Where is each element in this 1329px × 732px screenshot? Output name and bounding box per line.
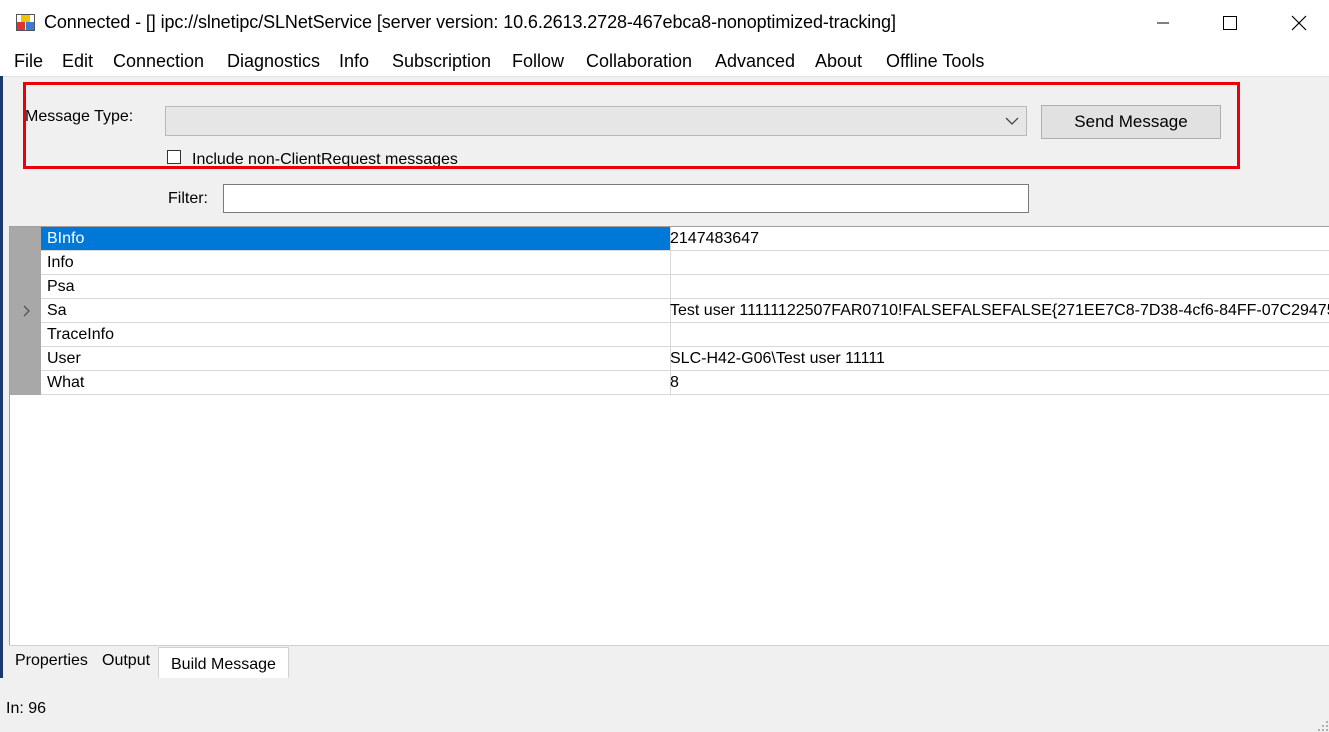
filter-input[interactable] — [223, 184, 1029, 213]
row-name[interactable]: What — [41, 371, 671, 395]
row-name[interactable]: TraceInfo — [41, 323, 671, 347]
grid-row-user[interactable]: User SLC-H42-G06\Test user 11111 — [41, 347, 1329, 371]
menu-info[interactable]: Info — [339, 51, 369, 72]
current-row-chevron-icon — [22, 304, 31, 318]
grid-row-sa[interactable]: Sa Test user 11111122507FAR0710!FALSEFAL… — [41, 299, 1329, 323]
row-name[interactable]: Sa — [41, 299, 671, 323]
menu-collaboration[interactable]: Collaboration — [586, 51, 692, 72]
menu-file[interactable]: File — [14, 51, 43, 72]
window-title: Connected - [] ipc://slnetipc/SLNetServi… — [44, 12, 896, 33]
tab-output[interactable]: Output — [102, 652, 150, 670]
row-value[interactable]: Test user 11111122507FAR0710!FALSEFALSEF… — [664, 299, 1329, 323]
tab-properties[interactable]: Properties — [15, 652, 88, 670]
row-name[interactable]: Info — [41, 251, 671, 275]
tab-build-message[interactable]: Build Message — [158, 647, 289, 680]
status-bar: In: 96 — [0, 678, 1329, 732]
maximize-button[interactable] — [1195, 0, 1265, 46]
row-name[interactable]: User — [41, 347, 671, 371]
maximize-icon — [1222, 15, 1238, 31]
menu-diagnostics[interactable]: Diagnostics — [227, 51, 320, 72]
menu-offline-tools[interactable]: Offline Tools — [886, 51, 984, 72]
row-value[interactable] — [664, 275, 1329, 299]
row-value[interactable] — [664, 323, 1329, 347]
menu-advanced[interactable]: Advanced — [715, 51, 795, 72]
close-icon — [1291, 15, 1307, 31]
title-bar: Connected - [] ipc://slnetipc/SLNetServi… — [0, 0, 1329, 46]
app-icon — [16, 13, 36, 33]
row-value[interactable]: 2147483647 — [664, 227, 1329, 251]
grid-row-psa[interactable]: Psa — [41, 275, 1329, 299]
filter-label: Filter: — [168, 190, 208, 208]
minimize-icon — [1155, 15, 1171, 31]
window-left-edge — [0, 76, 3, 732]
grid-row-what[interactable]: What 8 — [41, 371, 1329, 395]
highlight-box — [23, 82, 1240, 169]
menu-edit[interactable]: Edit — [62, 51, 93, 72]
close-button[interactable] — [1264, 0, 1329, 46]
menu-bar: File Edit Connection Diagnostics Info Su… — [0, 46, 1329, 77]
row-value[interactable]: SLC-H42-G06\Test user 11111 — [664, 347, 1329, 371]
bottom-tab-strip: Properties Output Build Message — [9, 645, 1329, 679]
grid-row-binfo[interactable]: BInfo 2147483647 — [41, 227, 1329, 251]
menu-subscription[interactable]: Subscription — [392, 51, 491, 72]
row-value[interactable] — [664, 251, 1329, 275]
resize-grip-icon[interactable] — [1317, 720, 1329, 732]
menu-about[interactable]: About — [815, 51, 862, 72]
menu-follow[interactable]: Follow — [512, 51, 564, 72]
status-text: In: 96 — [6, 700, 46, 718]
menu-connection[interactable]: Connection — [113, 51, 204, 72]
row-name[interactable]: Psa — [41, 275, 671, 299]
grid-row-traceinfo[interactable]: TraceInfo — [41, 323, 1329, 347]
row-value[interactable]: 8 — [664, 371, 1329, 395]
message-property-grid[interactable]: BInfo 2147483647 Info Psa Sa Test user 1… — [9, 226, 1329, 645]
minimize-button[interactable] — [1128, 0, 1198, 46]
row-name[interactable]: BInfo — [41, 227, 671, 251]
grid-row-info[interactable]: Info — [41, 251, 1329, 275]
